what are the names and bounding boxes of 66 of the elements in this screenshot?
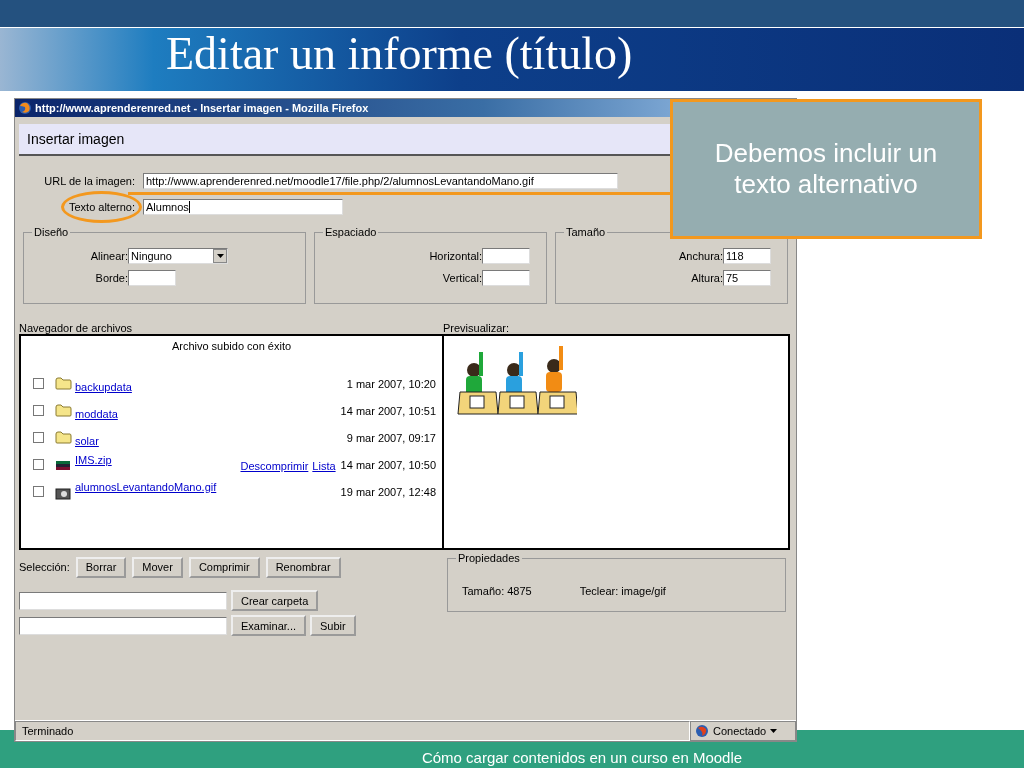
field-label: Borde: <box>94 272 128 284</box>
folder-icon <box>55 402 72 419</box>
field-label: Anchura: <box>678 250 723 262</box>
callout-text: Debemos incluir un texto alternativo <box>713 137 939 201</box>
file-date: 1 mar 2007, 10:20 <box>346 377 436 390</box>
file-date: 9 mar 2007, 09:17 <box>346 431 436 444</box>
selection-label: Selección: <box>19 561 70 573</box>
property-text: Teclear: image/gif <box>579 585 666 597</box>
input-field[interactable]: Alumnos <box>143 199 343 215</box>
create-folder-button[interactable]: Crear carpeta <box>231 590 319 611</box>
caret-icon <box>770 729 778 733</box>
file-date: 14 mar 2007, 10:51 <box>340 404 436 417</box>
input-field[interactable] <box>482 248 530 264</box>
file-path-field[interactable] <box>19 616 227 635</box>
checkbox[interactable] <box>33 486 44 497</box>
file-date: 14 mar 2007, 10:50 <box>340 458 436 471</box>
footer-text: Cómo cargar contenidos en un curso en Moodle <box>421 749 743 768</box>
status-text: Conectado <box>713 725 767 737</box>
input-field[interactable] <box>482 270 530 286</box>
status-message: Archivo subido con éxito <box>170 339 293 354</box>
checkbox[interactable] <box>33 378 44 389</box>
action-button[interactable]: Mover <box>132 556 183 578</box>
file-link[interactable]: alumnosLevantandoMano.gif <box>75 481 336 493</box>
input-field[interactable]: 75 <box>723 270 771 286</box>
input-field[interactable] <box>128 270 176 286</box>
field-label: Vertical: <box>442 272 482 284</box>
caret-icon <box>213 249 227 263</box>
folder-name-field[interactable] <box>19 591 227 610</box>
field-label: Texto alterno: <box>67 201 135 213</box>
status-text: Terminado <box>22 725 74 737</box>
group-legend: Espaciado <box>323 226 379 238</box>
file-link[interactable]: backupdata <box>75 380 342 393</box>
dropdown[interactable]: Ninguno <box>128 248 228 264</box>
upload-button[interactable]: Examinar... <box>231 615 307 636</box>
group-legend: Propiedades <box>456 552 522 564</box>
field-label: URL de la imagen: <box>43 175 135 187</box>
file-link[interactable]: moddata <box>75 407 336 420</box>
action-link[interactable]: Descomprimir <box>240 460 309 472</box>
input-field[interactable]: http://www.aprenderenred.net/moodle17/file.php/2/alumnosLevantandoMano.gif <box>143 173 618 189</box>
action-button[interactable]: Comprimir <box>188 556 260 578</box>
action-link[interactable]: Lista <box>312 460 336 472</box>
group-legend: Tamaño <box>564 226 608 238</box>
browser-logo-icon <box>18 101 32 115</box>
folder-icon <box>55 375 72 392</box>
property-text: Tamaño: 4875 <box>462 585 532 597</box>
slide-title: Editar un informe (título) <box>166 27 633 80</box>
pane-label: Previsualizar: <box>443 322 510 334</box>
checkbox[interactable] <box>33 432 44 443</box>
field-label: Horizontal: <box>429 250 482 262</box>
checkbox[interactable] <box>33 405 44 416</box>
pane-label: Navegador de archivos <box>19 322 134 334</box>
action-button[interactable]: Renombrar <box>265 556 341 578</box>
dialog-title: Insertar imagen <box>27 131 125 147</box>
file-link[interactable]: IMS.zip <box>75 454 241 466</box>
connection-icon <box>695 724 709 738</box>
action-button[interactable]: Borrar <box>75 556 127 578</box>
group-legend: Diseño <box>32 226 71 238</box>
file-date: 19 mar 2007, 12:48 <box>340 485 436 498</box>
field-label: Altura: <box>691 272 723 284</box>
upload-button[interactable]: Subir <box>310 615 356 636</box>
input-field[interactable]: 118 <box>723 248 771 264</box>
file-link[interactable]: solar <box>75 434 342 447</box>
window-title: http://www.aprenderenred.net - Insertar imagen - Mozilla Firefox <box>35 102 369 114</box>
folder-icon <box>55 429 72 446</box>
field-label: Alinear: <box>89 250 128 262</box>
checkbox[interactable] <box>33 459 44 470</box>
